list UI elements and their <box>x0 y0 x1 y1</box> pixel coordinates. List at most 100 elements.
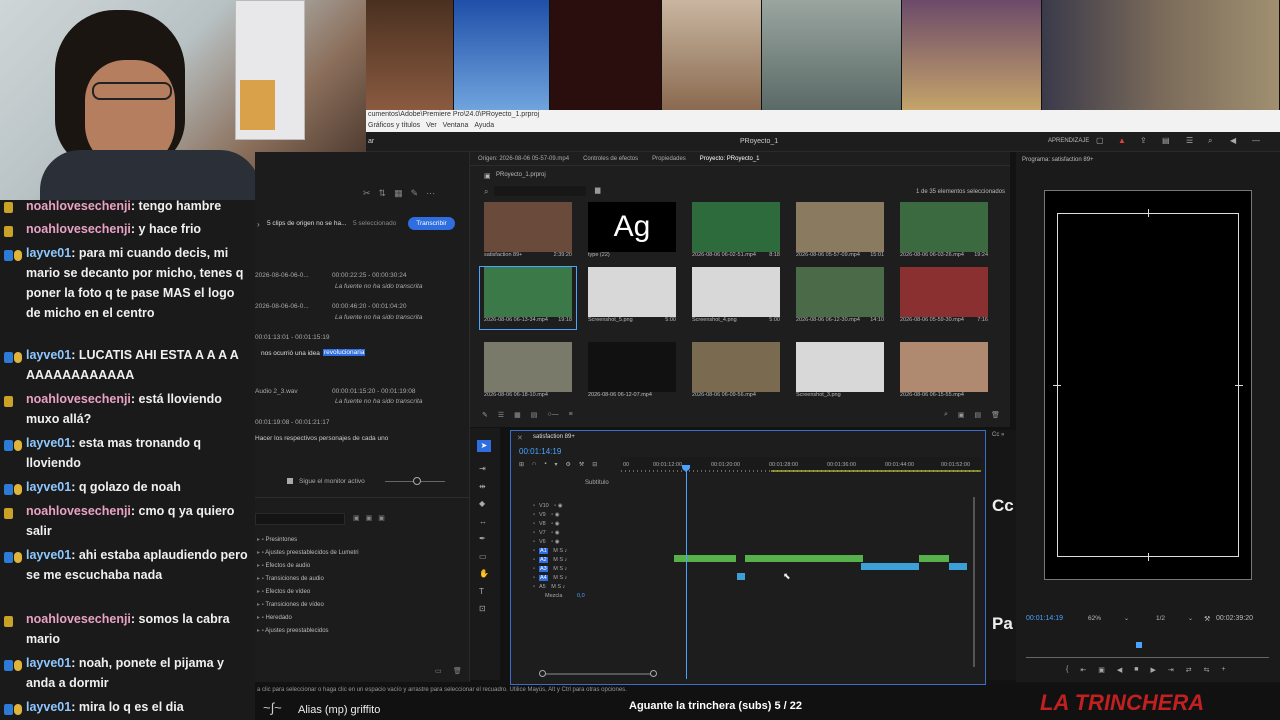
lock-icon[interactable]: ▫ <box>533 557 535 563</box>
track-header[interactable]: ▫ A3 M S ♪ <box>533 566 633 574</box>
audio-clip[interactable] <box>745 555 863 562</box>
playhead[interactable] <box>686 467 687 679</box>
hand-tool-icon[interactable]: ✋ <box>479 565 489 583</box>
effects-folder[interactable]: ▸ ▪ Heredado <box>257 612 359 625</box>
mic-icon[interactable]: M S ♪ <box>552 548 567 554</box>
menu-icon[interactable]: ☰ <box>1186 136 1196 146</box>
track-select-icon[interactable]: ⇥ <box>479 460 489 478</box>
track-header[interactable]: ▫ V8 ▫ ◉ <box>533 521 633 529</box>
freeform-view-icon[interactable]: ▤ <box>531 411 538 419</box>
chevron-right-icon[interactable]: › <box>257 220 260 229</box>
monitor-checkbox[interactable] <box>287 478 293 484</box>
project-item[interactable]: 2026-08-06 06-02-51.mp4 8:18 <box>688 202 784 264</box>
track-header[interactable]: ▫ V7 ▫ ◉ <box>533 530 633 538</box>
insert-icon[interactable]: ⇄ <box>1186 666 1192 674</box>
find-icon[interactable]: ⌕ <box>944 411 948 419</box>
zoom-slider-handle[interactable] <box>413 477 421 485</box>
eye-icon[interactable]: ▫ ◉ <box>550 530 559 536</box>
effects-search-input[interactable] <box>255 513 345 525</box>
track-header[interactable]: ▫ V9 ▫ ◉ <box>533 512 633 520</box>
mix-value[interactable]: 0,0 <box>577 593 585 599</box>
lock-icon[interactable]: ▫ <box>533 521 535 527</box>
menu-graphics[interactable]: Gráficos y títulos <box>368 122 420 129</box>
eye-icon[interactable]: ▫ ◉ <box>553 503 562 509</box>
project-item[interactable]: 2026-08-06 06-03-26.mp4 19:24 <box>896 202 992 264</box>
lock-icon[interactable]: ▫ <box>533 539 535 545</box>
audio-clip[interactable] <box>861 563 919 570</box>
razor-icon[interactable]: ◆ <box>479 495 489 513</box>
mic-icon[interactable]: M S ♪ <box>552 557 567 563</box>
tab-properties[interactable]: Propiedades <box>652 156 686 162</box>
effects-folder[interactable]: ▸ ▪ Efectos de vídeo <box>257 586 359 599</box>
scissors-icon[interactable]: ✂ <box>363 188 371 199</box>
eye-icon[interactable]: ▫ ◉ <box>550 512 559 518</box>
project-item[interactable]: Screenshot_3.png <box>792 342 888 404</box>
minimize-icon[interactable]: — <box>1252 136 1262 146</box>
project-item[interactable]: 2026-08-06 06-12-07.mp4 <box>584 342 680 404</box>
track-header[interactable]: ▫ A1 M S ♪ <box>533 548 633 556</box>
new-bin-icon[interactable]: ▣ <box>353 514 360 522</box>
track-header[interactable]: ▫ A4 M S ♪ <box>533 575 633 583</box>
vertical-scrollbar[interactable] <box>973 497 975 667</box>
track-header[interactable]: ▫ V6 ▫ ◉ <box>533 539 633 547</box>
chevron-down-icon[interactable]: ⌄ <box>1124 615 1129 622</box>
tab-project[interactable]: Proyecto: PRoyecto_1 <box>700 156 760 162</box>
grid-icon[interactable]: ▦ <box>394 188 403 199</box>
menu-help[interactable]: Ayuda <box>474 122 494 129</box>
new-bin-icon[interactable]: ▣ <box>958 411 965 419</box>
effects-folder[interactable]: ▸ ▪ Efectos de audio <box>257 560 359 573</box>
new-item-icon[interactable]: ▭ <box>435 667 442 675</box>
share-icon[interactable]: ⇪ <box>1140 136 1150 146</box>
project-item[interactable]: 2026-08-06 06-09-56.mp4 <box>688 342 784 404</box>
pen-icon[interactable]: ✎ <box>482 411 488 419</box>
effects-folder[interactable]: ▸ ▪ Transiciones de vídeo <box>257 599 359 612</box>
project-item[interactable]: 2026-08-06 06-12-30.mp4 14:10 <box>792 267 888 329</box>
sequence-tab[interactable]: satisfaction 89+ <box>533 434 575 440</box>
program-timecode[interactable]: 00:01:14:19 <box>1026 615 1063 622</box>
horizontal-scrollbar[interactable] <box>541 673 655 675</box>
pen-icon[interactable]: ✎ <box>411 188 419 199</box>
mark-in-icon[interactable]: { <box>1066 666 1068 674</box>
track-header[interactable]: ▫ A5 M S ♪ <box>533 584 633 592</box>
program-playhead[interactable] <box>1136 642 1142 648</box>
search-icon[interactable]: ⌕ <box>1208 136 1218 146</box>
step-back-icon[interactable]: ⇤ <box>1080 666 1086 674</box>
audio-clip[interactable] <box>919 555 949 562</box>
close-icon[interactable]: ✕ <box>517 434 523 442</box>
pen-tool-icon[interactable]: ✒ <box>479 530 489 548</box>
stop-icon[interactable]: ■ <box>1134 666 1138 674</box>
alert-icon[interactable]: ▲ <box>1118 136 1128 146</box>
scroll-handle-right[interactable] <box>650 670 657 677</box>
project-item[interactable]: Screenshot_5.png 5:00 <box>584 267 680 329</box>
link-icon[interactable]: ⇅ <box>379 188 387 199</box>
new-item-icon[interactable]: ▤ <box>974 411 981 419</box>
lock-icon[interactable]: ▫ <box>533 530 535 536</box>
project-item[interactable]: satisfaction 89+ 2:39:20 <box>480 202 576 264</box>
more-icon[interactable]: ⋯ <box>426 188 435 199</box>
audio-clip[interactable] <box>949 563 967 570</box>
quick-export-icon[interactable]: ▤ <box>1162 136 1172 146</box>
lock-icon[interactable]: ▫ <box>533 548 535 554</box>
new-bin-icon[interactable]: ▆ <box>595 186 600 194</box>
menu-window[interactable]: Ventana <box>443 122 469 129</box>
time-ruler[interactable]: 00 00:01:12:00 00:01:20:00 00:01:28:00 0… <box>621 457 981 473</box>
prev-frame-icon[interactable]: ◀ <box>1117 666 1122 674</box>
selection-tool-icon[interactable]: ➤ <box>477 440 491 452</box>
zoom-select[interactable]: 62% <box>1088 615 1101 622</box>
add-marker-icon[interactable]: ▾ <box>554 461 557 468</box>
rectangle-tool-icon[interactable]: ▭ <box>479 548 489 566</box>
side-tab-label[interactable]: Cc » <box>992 432 1004 438</box>
wrench-icon[interactable]: ⚒ <box>579 461 584 468</box>
icon-view-icon[interactable]: ▦ <box>514 411 521 419</box>
workspace-learn[interactable]: APRENDIZAJE <box>1048 138 1089 144</box>
scroll-handle-left[interactable] <box>539 670 546 677</box>
audio-clip[interactable] <box>674 555 736 562</box>
captions-icon[interactable]: ⊟ <box>592 461 597 468</box>
ripple-edit-icon[interactable]: ⇹ <box>479 478 489 496</box>
wrench-icon[interactable]: ⚒ <box>1204 615 1210 623</box>
lock-icon[interactable]: ▫ <box>533 584 535 590</box>
mic-icon[interactable]: M S ♪ <box>552 575 567 581</box>
project-item[interactable]: 2026-08-06 06-13-34.mp4 19:18 <box>479 266 577 330</box>
workspace-icon[interactable]: ▢ <box>1096 136 1106 146</box>
idea-highlight[interactable]: revolucionaria <box>323 349 366 356</box>
